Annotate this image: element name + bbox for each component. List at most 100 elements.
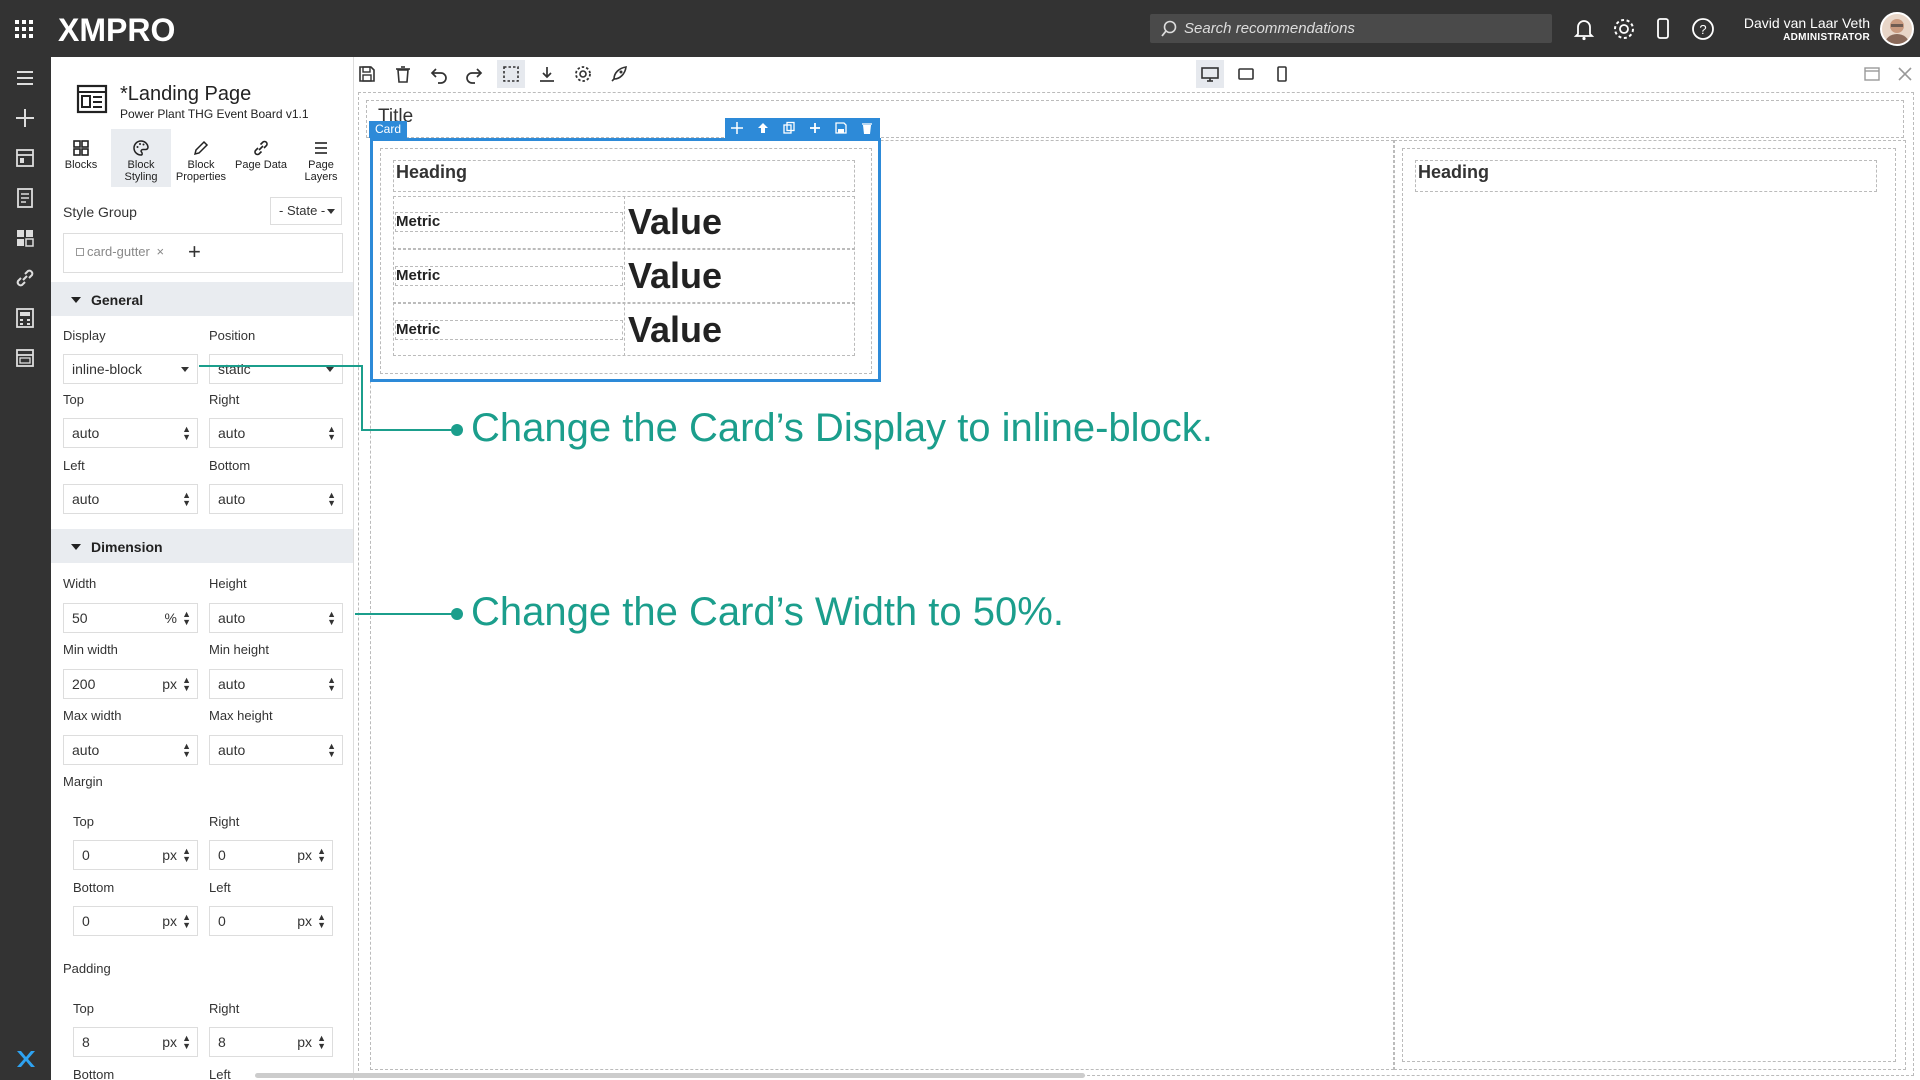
calculator-icon[interactable] [13,306,37,330]
min-height-input[interactable]: auto ▲ ▼ [209,669,343,699]
stepper-icon[interactable]: ▲ ▼ [182,1034,191,1051]
tablet-view-icon[interactable] [1236,64,1256,84]
top-input[interactable]: auto ▲ ▼ [63,418,198,448]
maximize-icon[interactable] [1862,64,1882,84]
padding-right-input[interactable]: 8 px ▲ ▼ [209,1027,333,1057]
rocket-icon[interactable] [609,64,629,84]
move-icon[interactable] [730,121,744,135]
gear-icon[interactable] [1611,16,1637,42]
settings-icon[interactable] [573,64,593,84]
help-icon[interactable]: ? [1690,16,1716,42]
padding-top-unit[interactable]: px [162,1034,177,1050]
margin-right-input[interactable]: 0 px ▲ ▼ [209,840,333,870]
width-input[interactable]: 50 % ▲ ▼ [63,603,198,633]
arrow-up-icon[interactable] [756,121,770,135]
apps-tiles-icon[interactable] [13,226,37,250]
trash-icon[interactable] [860,121,874,135]
stepper-icon[interactable]: ▲ ▼ [182,742,191,759]
horizontal-scrollbar[interactable] [255,1073,1085,1078]
tab-page-data[interactable]: Page Data [231,129,291,187]
avatar[interactable] [1880,12,1914,46]
tab-blocks[interactable]: Blocks [51,129,111,187]
add-icon[interactable] [13,106,37,130]
max-height-input[interactable]: auto ▲ ▼ [209,735,343,765]
margin-bottom-unit[interactable]: px [162,913,177,929]
remove-chip-icon[interactable]: × [157,244,165,259]
style-group-chips[interactable]: card-gutter × + [63,233,343,273]
margin-right-unit[interactable]: px [297,847,312,863]
margin-bottom-input[interactable]: 0 px ▲ ▼ [73,906,198,936]
stepper-icon[interactable]: ▲ ▼ [182,425,191,442]
bottom-input[interactable]: auto ▲ ▼ [209,484,343,514]
stepper-icon[interactable]: ▲ ▼ [327,610,336,627]
stepper-icon[interactable]: ▲ ▼ [182,676,191,693]
download-icon[interactable] [537,64,557,84]
bell-icon[interactable] [1571,16,1597,42]
position-select[interactable]: static [209,354,343,384]
stepper-icon[interactable]: ▲ ▼ [327,425,336,442]
stepper-icon[interactable]: ▲ ▼ [317,1034,326,1051]
right-card[interactable] [1402,148,1896,1062]
search-input[interactable]: Search recommendations [1150,14,1552,43]
width-unit[interactable]: % [165,610,177,626]
close-icon[interactable] [1895,64,1915,84]
redo-icon[interactable] [464,64,484,84]
padding-right-unit[interactable]: px [297,1034,312,1050]
xmpro-x-icon[interactable] [13,1047,37,1071]
card-heading[interactable]: Heading [396,162,467,183]
tab-block-properties[interactable]: Block Properties [171,129,231,187]
style-chip[interactable]: card-gutter × [76,244,164,259]
metric-label[interactable]: Metric [396,213,440,230]
right-card-heading[interactable]: Heading [1418,162,1489,183]
title-block[interactable] [366,100,1904,138]
mobile-device-icon[interactable] [1650,16,1676,42]
margin-left-input[interactable]: 0 px ▲ ▼ [209,906,333,936]
padding-top-input[interactable]: 8 px ▲ ▼ [73,1027,198,1057]
select-outline-icon[interactable] [501,64,521,84]
tab-page-layers[interactable]: Page Layers [291,129,351,187]
stepper-icon[interactable]: ▲ ▼ [317,847,326,864]
metric-value[interactable]: Value [628,201,722,243]
copy-icon[interactable] [782,121,796,135]
margin-top-unit[interactable]: px [162,847,177,863]
save-icon[interactable] [834,121,848,135]
margin-top-input[interactable]: 0 px ▲ ▼ [73,840,198,870]
xmpro-logo[interactable]: XMPRO [58,12,175,49]
mobile-view-icon[interactable] [1272,64,1292,84]
link-icon[interactable] [13,266,37,290]
state-select[interactable]: - State - [270,197,342,225]
dashboard-icon[interactable] [13,146,37,170]
add-style-icon[interactable]: + [188,239,201,265]
user-name[interactable]: David van Laar Veth [1740,15,1870,31]
window-icon[interactable] [13,346,37,370]
add-icon[interactable] [808,121,822,135]
metric-value[interactable]: Value [628,309,722,351]
stepper-icon[interactable]: ▲ ▼ [327,742,336,759]
stepper-icon[interactable]: ▲ ▼ [327,491,336,508]
display-select[interactable]: inline-block [63,354,198,384]
document-icon[interactable] [13,186,37,210]
undo-icon[interactable] [429,64,449,84]
stepper-icon[interactable]: ▲ ▼ [317,913,326,930]
stepper-icon[interactable]: ▲ ▼ [182,610,191,627]
trash-icon[interactable] [393,64,413,84]
apps-grid-icon[interactable] [14,19,34,39]
min-width-unit[interactable]: px [162,676,177,692]
height-input[interactable]: auto ▲ ▼ [209,603,343,633]
metric-value[interactable]: Value [628,255,722,297]
save-icon[interactable] [357,64,377,84]
menu-icon[interactable] [13,66,37,90]
stepper-icon[interactable]: ▲ ▼ [182,491,191,508]
stepper-icon[interactable]: ▲ ▼ [327,676,336,693]
dimension-section-header[interactable]: Dimension [51,529,353,563]
left-input[interactable]: auto ▲ ▼ [63,484,198,514]
right-input[interactable]: auto ▲ ▼ [209,418,343,448]
min-width-input[interactable]: 200 px ▲ ▼ [63,669,198,699]
max-width-input[interactable]: auto ▲ ▼ [63,735,198,765]
general-section-header[interactable]: General [51,282,353,316]
stepper-icon[interactable]: ▲ ▼ [182,913,191,930]
tab-block-styling[interactable]: Block Styling [111,129,171,187]
desktop-view-icon[interactable] [1200,64,1220,84]
metric-label[interactable]: Metric [396,267,440,284]
stepper-icon[interactable]: ▲ ▼ [182,847,191,864]
